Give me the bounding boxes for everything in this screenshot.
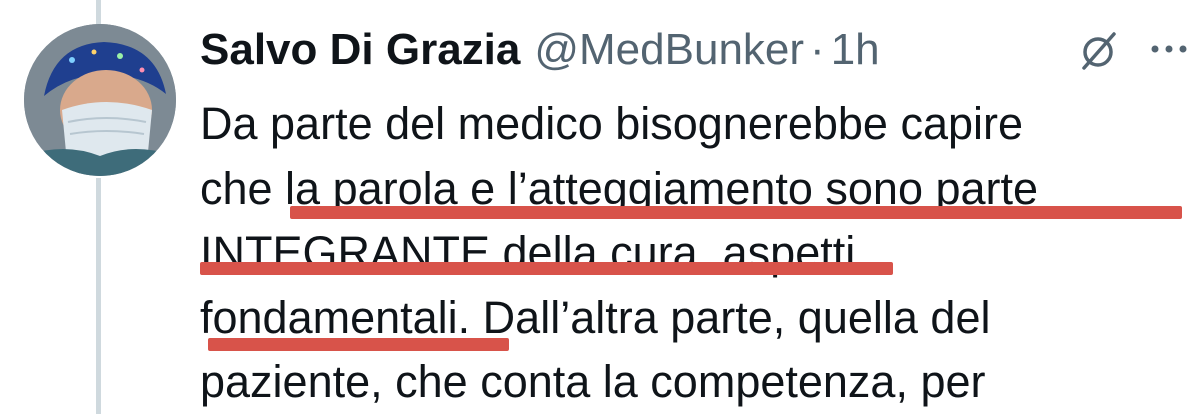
avatar[interactable] — [24, 24, 176, 176]
highlight-underline — [200, 262, 893, 275]
header-separator: · — [810, 25, 825, 74]
post-text-line: paziente, che conta la competenza, per — [200, 356, 986, 407]
post-text: Da parte del medico bisognerebbe capire … — [200, 92, 1190, 415]
thread-line-top — [96, 0, 101, 24]
post-text-line: Da parte del medico bisognerebbe capire — [200, 98, 1024, 149]
author-name[interactable]: Salvo Di Grazia — [200, 22, 520, 78]
post-header: Salvo Di Grazia @MedBunker · 1h — [200, 22, 880, 78]
grok-icon[interactable] — [1078, 28, 1122, 72]
thread-line-bottom — [96, 178, 101, 414]
more-icon[interactable] — [1148, 34, 1190, 64]
post-timestamp[interactable]: 1h — [831, 22, 880, 78]
avatar-image — [24, 24, 176, 176]
highlight-underline — [208, 338, 509, 351]
highlight-underline — [290, 206, 1182, 219]
author-handle[interactable]: @MedBunker — [534, 22, 804, 78]
post-text-line: INTEGRANTE della cura, aspetti — [200, 227, 856, 278]
